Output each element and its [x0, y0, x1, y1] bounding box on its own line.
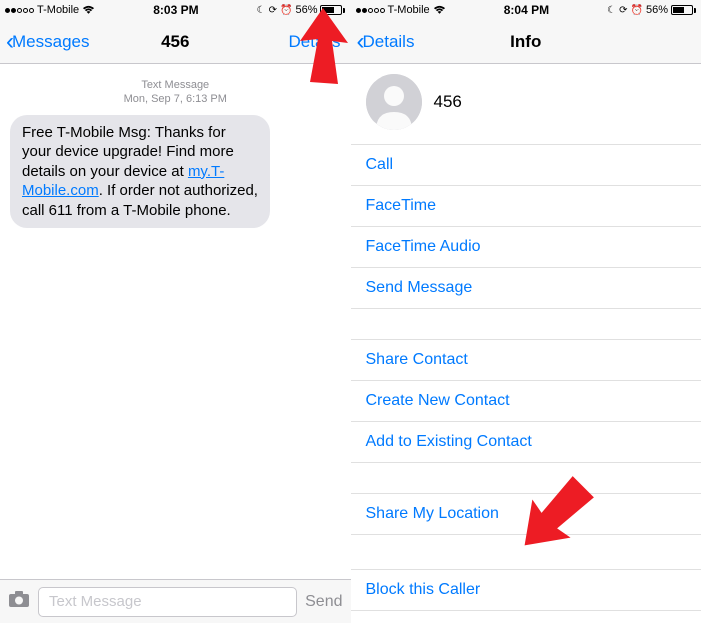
wifi-icon	[82, 5, 95, 15]
contact-header: 456	[351, 64, 701, 144]
info-screen: T-Mobile 8:04 PM ☾ ⟳ ⏰ 56% ‹ Details Inf…	[351, 0, 701, 623]
row-facetime[interactable]: FaceTime	[351, 186, 701, 227]
battery-pct: 56%	[646, 4, 668, 16]
message-input[interactable]: Text Message	[38, 587, 297, 617]
alarm-icon: ⏰	[280, 5, 292, 16]
battery-pct: 56%	[295, 4, 317, 16]
composer-bar: Text Message Send	[0, 579, 351, 623]
lock-icon: ⟳	[619, 5, 627, 16]
row-create-contact[interactable]: Create New Contact	[351, 381, 701, 422]
send-button[interactable]: Send	[305, 593, 342, 611]
nav-bar: ‹ Messages 456 Details	[0, 20, 351, 64]
clock: 8:03 PM	[153, 3, 198, 17]
message-timestamp: Text Message Mon, Sep 7, 6:13 PM	[0, 78, 351, 107]
battery-icon	[671, 5, 696, 15]
page-title: Info	[351, 32, 701, 52]
signal-icon	[356, 8, 385, 13]
action-list-3: Share My Location	[351, 493, 701, 535]
carrier-label: T-Mobile	[37, 4, 79, 16]
row-facetime-audio[interactable]: FaceTime Audio	[351, 227, 701, 268]
row-share-location[interactable]: Share My Location	[351, 493, 701, 535]
lock-icon: ⟳	[269, 5, 277, 16]
action-list-4: Block this Caller	[351, 569, 701, 611]
signal-icon	[5, 8, 34, 13]
alarm-icon: ⏰	[631, 5, 643, 16]
status-bar: T-Mobile 8:03 PM ☾ ⟳ ⏰ 56%	[0, 0, 351, 20]
row-send-message[interactable]: Send Message	[351, 268, 701, 309]
row-share-contact[interactable]: Share Contact	[351, 339, 701, 381]
avatar[interactable]	[366, 74, 422, 130]
dnd-icon: ☾	[607, 5, 616, 16]
status-bar: T-Mobile 8:04 PM ☾ ⟳ ⏰ 56%	[351, 0, 701, 20]
wifi-icon	[433, 5, 446, 15]
battery-icon	[320, 5, 345, 15]
row-call[interactable]: Call	[351, 144, 701, 186]
nav-bar: ‹ Details Info	[351, 20, 701, 64]
row-add-existing[interactable]: Add to Existing Contact	[351, 422, 701, 463]
message-bubble[interactable]: Free T-Mobile Msg: Thanks for your devic…	[10, 115, 270, 229]
row-block-caller[interactable]: Block this Caller	[351, 569, 701, 611]
details-button[interactable]: Details	[289, 32, 341, 52]
messages-screen: T-Mobile 8:03 PM ☾ ⟳ ⏰ 56% ‹ Messages 45…	[0, 0, 351, 623]
clock: 8:04 PM	[504, 3, 549, 17]
message-thread[interactable]: Text Message Mon, Sep 7, 6:13 PM Free T-…	[0, 64, 351, 579]
carrier-label: T-Mobile	[388, 4, 430, 16]
dnd-icon: ☾	[257, 5, 266, 16]
action-list-1: Call FaceTime FaceTime Audio Send Messag…	[351, 144, 701, 309]
action-list-2: Share Contact Create New Contact Add to …	[351, 339, 701, 463]
camera-icon[interactable]	[8, 590, 30, 614]
contact-name: 456	[434, 92, 462, 112]
